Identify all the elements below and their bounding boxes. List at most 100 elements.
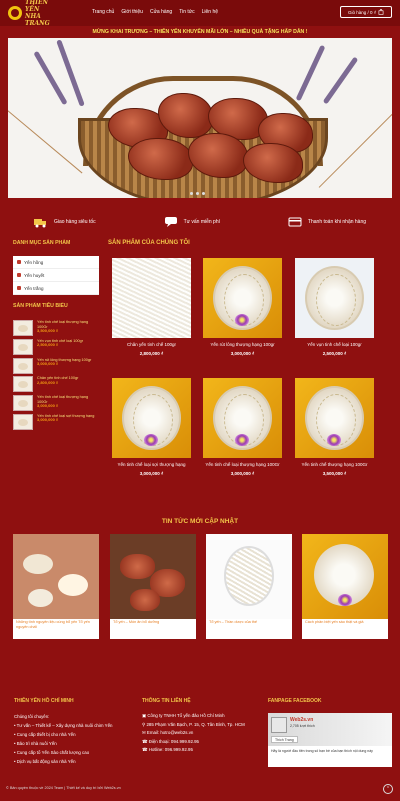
category-item[interactable]: Yến hồng bbox=[13, 256, 99, 269]
news-image[interactable] bbox=[302, 534, 388, 619]
bullet-icon bbox=[17, 273, 21, 277]
product-image[interactable] bbox=[203, 378, 282, 458]
news-card[interactable]: Những tính nguyên liệu cùng bổ yến Tổ yế… bbox=[13, 534, 99, 639]
product-card[interactable]: Yến tinh chế thượng hạng 100Gr 3,500,000… bbox=[295, 378, 374, 476]
feature-label: Thanh toán khi nhận hàng bbox=[307, 219, 367, 225]
bestseller-item[interactable]: Yến tinh chế loại sợi thượng hạng 3,000,0… bbox=[13, 413, 99, 433]
slider-dot[interactable] bbox=[202, 192, 205, 195]
product-image[interactable] bbox=[112, 258, 191, 338]
news-image[interactable] bbox=[206, 534, 292, 619]
footer-line[interactable]: • Cung cấp thiết bị cho nhà Yến bbox=[14, 730, 134, 739]
product-image[interactable] bbox=[112, 378, 191, 458]
news-headline[interactable]: Những tính nguyên liệu cùng bổ yến Tổ yế… bbox=[13, 619, 99, 630]
product-thumbnail[interactable] bbox=[13, 320, 33, 336]
product-price: 3,000,000 ₫ bbox=[139, 470, 164, 476]
bestseller-item[interactable]: Yến tinh chế loại thượng hạng 100Gr 3,500… bbox=[13, 320, 99, 339]
bestseller-item[interactable]: Chân yến tinh chế 100gr 2,800,000 ₫ bbox=[13, 376, 99, 395]
product-card[interactable]: Yến tinh chế loại thượng hạng 100Gr 3,00… bbox=[203, 378, 282, 476]
logo-line1: THIÊN YẾN bbox=[25, 0, 48, 13]
slider-dots[interactable] bbox=[190, 192, 205, 195]
categories-title: DANH MỤC SẢN PHẨM bbox=[13, 240, 71, 246]
bullet-icon bbox=[17, 260, 21, 264]
bestseller-title: SẢN PHẨM TIÊU BIỂU bbox=[13, 303, 68, 309]
product-name[interactable]: Yến tinh chế thượng hạng 100Gr bbox=[295, 462, 374, 468]
fb-avatar bbox=[271, 717, 287, 733]
logo[interactable]: THIÊN YẾN NHA TRANG bbox=[8, 0, 62, 27]
news-title: TIN TỨC MỚI CẬP NHẬT bbox=[161, 518, 239, 525]
nav-item-news[interactable]: Tin tức bbox=[179, 9, 194, 15]
footer-line[interactable]: • Cung cấp tổ Yến Sào chất lượng cao bbox=[14, 748, 134, 757]
product-card[interactable]: Yến rút lông thượng hạng 100gr 3,000,000… bbox=[203, 258, 282, 356]
footer-services: Chúng tôi chuyên: • Tư vấn – Thiết kế – … bbox=[14, 712, 134, 766]
product-card[interactable]: Yến tinh chế loại sợi thượng hạng 3,000,… bbox=[112, 378, 191, 476]
category-list: Yến hồng Yến huyết Yến trắng bbox=[13, 256, 99, 295]
announcement-bar: MỪNG KHAI TRƯƠNG – THIÊN YẾN KHUYẾN MÃI … bbox=[92, 29, 308, 35]
news-card[interactable]: Cách phân biệt yến sào thật và giả bbox=[302, 534, 388, 639]
footer-col3-title: FANPAGE FACEBOOK bbox=[268, 698, 322, 704]
cart-label: Giỏ hàng / 0 ₫ bbox=[347, 9, 377, 15]
footer-hotline[interactable]: ☎ Hotline: 096.999.92.95 bbox=[142, 746, 257, 755]
product-thumbnail[interactable] bbox=[13, 395, 33, 412]
bestseller-item[interactable]: Yến rút lông thượng hạng 100gr 3,000,000 … bbox=[13, 357, 99, 377]
payment-icon bbox=[288, 217, 302, 227]
product-price: 3,000,000 ₫ bbox=[37, 417, 58, 423]
product-image[interactable] bbox=[295, 258, 374, 338]
product-name[interactable]: Yến rút lông thượng hạng 100gr bbox=[203, 342, 282, 348]
news-card[interactable]: Tổ yến – Món ăn bổ dưỡng bbox=[110, 534, 196, 639]
footer-line[interactable]: • Tư vấn – Thiết kế – Xây dựng nhà nuôi … bbox=[14, 721, 134, 730]
back-to-top-button[interactable]: ⌃ bbox=[383, 784, 393, 794]
category-item[interactable]: Yến trắng bbox=[13, 282, 99, 295]
product-thumbnail[interactable] bbox=[13, 413, 33, 430]
product-card[interactable]: Yến vụn tinh chế loại 100gr 2,500,000 ₫ bbox=[295, 258, 374, 356]
nav-item-shop[interactable]: Cửa hàng bbox=[150, 9, 172, 15]
category-item[interactable]: Yến huyết bbox=[13, 269, 99, 282]
product-price: 2,500,000 ₫ bbox=[322, 350, 347, 356]
news-headline[interactable]: Tổ yến – Thần dược của thế bbox=[206, 619, 292, 626]
nav-item-contact[interactable]: Liên hệ bbox=[202, 9, 218, 15]
news-image[interactable] bbox=[13, 534, 99, 619]
product-price: 3,000,000 ₫ bbox=[230, 350, 255, 356]
product-name[interactable]: Yến tinh chế loại thượng hạng 100Gr bbox=[203, 462, 282, 468]
footer-contact: ▣ Công ty TNHH Tổ yến đảo Hồ Chí Minh ⚲ … bbox=[142, 712, 257, 755]
bestseller-list: Yến tinh chế loại thượng hạng 100Gr 3,500… bbox=[13, 320, 99, 433]
footer-phone[interactable]: ☎ Điện thoại: 094.999.92.95 bbox=[142, 738, 257, 747]
chevron-up-icon: ⌃ bbox=[385, 786, 391, 792]
news-image[interactable] bbox=[110, 534, 196, 619]
product-name[interactable]: Chân yến tinh chế 100gr bbox=[112, 342, 191, 348]
footer-line[interactable]: • Bảo trì nhà nuôi Yến bbox=[14, 739, 134, 748]
product-price: 2,800,000 ₫ bbox=[139, 350, 164, 356]
news-headline[interactable]: Tổ yến – Món ăn bổ dưỡng bbox=[110, 619, 196, 626]
bestseller-item[interactable]: Yến vụn tinh chế loại 100gr 2,500,000 ₫ bbox=[13, 338, 99, 358]
product-thumbnail[interactable] bbox=[13, 376, 33, 393]
footer-col1-title: THIÊN YẾN HỒ CHÍ MINH bbox=[14, 698, 74, 704]
nav-item-home[interactable]: Trang chủ bbox=[92, 9, 114, 15]
hero-slider[interactable] bbox=[8, 38, 392, 198]
product-name[interactable]: Yến vụn tinh chế loại 100gr bbox=[295, 342, 374, 348]
product-name[interactable]: Yến tinh chế loại sợi thượng hạng bbox=[112, 462, 191, 468]
site-header: THIÊN YẾN NHA TRANG Trang chủ Giới thiệu… bbox=[0, 0, 400, 27]
fb-page-name[interactable]: Web2s.vn bbox=[290, 717, 313, 723]
fb-like-button[interactable]: Thích Trang bbox=[271, 736, 298, 743]
product-thumbnail[interactable] bbox=[13, 357, 33, 374]
facebook-widget[interactable]: Web2s.vn 2,705 lượt thích Thích Trang Hã… bbox=[268, 713, 392, 767]
news-headline[interactable]: Cách phân biệt yến sào thật và giả bbox=[302, 619, 388, 626]
footer-company: ▣ Công ty TNHH Tổ yến đảo Hồ Chí Minh bbox=[142, 713, 225, 718]
product-image[interactable] bbox=[203, 258, 282, 338]
slider-dot[interactable] bbox=[196, 192, 199, 195]
news-card[interactable]: Tổ yến – Thần dược của thế bbox=[206, 534, 292, 639]
cart-button[interactable]: Giỏ hàng / 0 ₫ bbox=[340, 6, 392, 18]
footer-line[interactable]: • Dịch vụ bất động sản nhà Yến bbox=[14, 757, 134, 766]
product-card[interactable]: Chân yến tinh chế 100gr 2,800,000 ₫ bbox=[112, 258, 191, 356]
phone-icon: ☎ bbox=[142, 747, 149, 752]
fb-caption: Hãy là người đầu tiên trong số bạn bè củ… bbox=[271, 749, 373, 753]
bird-logo-icon bbox=[8, 6, 22, 20]
truck-icon bbox=[33, 219, 46, 228]
product-thumbnail[interactable] bbox=[13, 338, 33, 355]
main-nav: Trang chủ Giới thiệu Cửa hàng Tin tức Li… bbox=[92, 9, 218, 15]
footer-email[interactable]: ✉ Email: hotro@web2s.vn bbox=[142, 729, 257, 738]
bestseller-item[interactable]: Yến tinh chế loại thượng hạng 100Gr 3,000… bbox=[13, 395, 99, 414]
product-price: 2,500,000 ₫ bbox=[37, 342, 58, 348]
product-image[interactable] bbox=[295, 378, 374, 458]
nav-item-about[interactable]: Giới thiệu bbox=[121, 9, 143, 15]
slider-dot[interactable] bbox=[190, 192, 193, 195]
